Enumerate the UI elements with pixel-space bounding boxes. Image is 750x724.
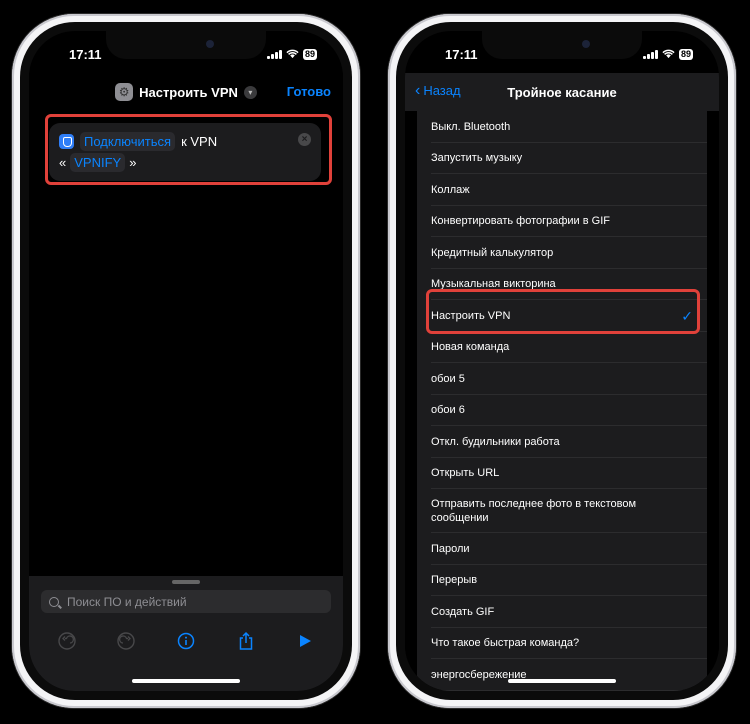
info-icon[interactable] <box>174 629 198 653</box>
list-item[interactable]: Создать GIF <box>417 596 707 628</box>
back-button[interactable]: ‹ Назад <box>415 82 461 99</box>
shortcut-list: Выкл. Bluetooth Запустить музыку Коллаж Кон… <box>417 111 707 691</box>
shortcut-title-label: Настроить VPN <box>139 84 238 100</box>
action-search-sheet <box>29 576 343 691</box>
front-camera <box>206 40 214 48</box>
search-input[interactable] <box>67 594 331 609</box>
list-item-label: Отправить последнее фото в текстовом соо… <box>431 498 637 524</box>
status-time: 17:11 <box>69 46 102 62</box>
list-item-label: Откл. будильники работа <box>431 435 560 448</box>
list-item[interactable]: обои 6 <box>417 395 707 427</box>
status-icons: 89 <box>267 48 317 60</box>
done-button[interactable]: Готово <box>287 84 331 99</box>
back-label: Назад <box>423 83 461 98</box>
list-item-label: Выкл. Bluetooth <box>431 120 511 133</box>
list-item-label: Коллаж <box>431 183 470 196</box>
search-bar[interactable] <box>41 590 331 613</box>
list-item[interactable]: Выкл. Bluetooth <box>417 111 707 143</box>
list-item-label: Пароли <box>431 542 470 555</box>
list-item[interactable]: Запустить музыку <box>417 143 707 175</box>
list-item[interactable]: Коллаж <box>417 174 707 206</box>
redo-icon[interactable] <box>114 629 138 653</box>
list-item[interactable]: Перерыв <box>417 565 707 597</box>
play-icon[interactable] <box>293 629 317 653</box>
list-item-label: Новая команда <box>431 341 510 354</box>
list-item-label: Открыть URL <box>431 467 500 480</box>
sheet-grabber[interactable] <box>172 580 200 584</box>
undo-icon[interactable] <box>55 629 79 653</box>
share-icon[interactable] <box>234 629 258 653</box>
editor-toolbar <box>29 626 343 656</box>
action-highlight-box <box>45 114 332 185</box>
list-item[interactable]: Новая команда <box>417 332 707 364</box>
page-title: Тройное касание <box>507 84 617 100</box>
right-phone-frame: 17:11 89 ‹ Назад Тройное касание Выкл. B… <box>388 14 736 708</box>
selected-item-highlight-box <box>426 289 700 334</box>
signal-icon <box>267 49 282 59</box>
home-indicator[interactable] <box>508 679 616 683</box>
notch <box>106 31 266 59</box>
nav-bar: ‹ Назад Тройное касание <box>405 73 719 111</box>
chevron-down-icon[interactable]: ▾ <box>243 85 257 99</box>
battery-icon: 89 <box>302 48 317 60</box>
list-item-label: Конвертировать фотографии в GIF <box>431 215 610 228</box>
right-phone-bezel: 17:11 89 ‹ Назад Тройное касание Выкл. B… <box>396 22 728 700</box>
wifi-icon <box>286 49 299 59</box>
shortcut-editor-header: ⚙ Настроить VPN ▾ Готово <box>29 73 343 111</box>
list-item[interactable]: Открыть URL <box>417 458 707 490</box>
status-time: 17:11 <box>445 46 478 62</box>
list-item-label: Перерыв <box>431 574 478 587</box>
list-item[interactable]: Конвертировать фотографии в GIF <box>417 206 707 238</box>
list-item-label: Создать GIF <box>431 605 495 618</box>
front-camera <box>582 40 590 48</box>
signal-icon <box>643 49 658 59</box>
home-indicator[interactable] <box>132 679 240 683</box>
list-item[interactable]: энергосбережение <box>417 659 707 691</box>
shortcut-title[interactable]: ⚙ Настроить VPN ▾ <box>115 83 257 101</box>
right-screen: 17:11 89 ‹ Назад Тройное касание Выкл. B… <box>405 31 719 691</box>
list-item[interactable]: обои 5 <box>417 363 707 395</box>
list-item-label: обои 5 <box>431 372 465 385</box>
list-item[interactable]: Кредитный калькулятор <box>417 237 707 269</box>
list-item[interactable]: Отправить последнее фото в текстовом соо… <box>417 489 707 533</box>
wifi-icon <box>662 49 675 59</box>
list-item-label: Что такое быстрая команда? <box>431 637 580 650</box>
search-icon <box>49 596 59 607</box>
list-item-label: Запустить музыку <box>431 152 523 165</box>
list-item-label: обои 6 <box>431 404 465 417</box>
status-icons: 89 <box>643 48 693 60</box>
notch <box>482 31 642 59</box>
chevron-left-icon: ‹ <box>415 82 421 99</box>
list-item[interactable]: Что такое быстрая команда? <box>417 628 707 660</box>
list-item-label: Кредитный калькулятор <box>431 246 554 259</box>
settings-gear-icon: ⚙ <box>115 83 134 101</box>
list-item[interactable]: Пароли <box>417 533 707 565</box>
battery-icon: 89 <box>678 48 693 60</box>
list-item[interactable]: Откл. будильники работа <box>417 426 707 458</box>
